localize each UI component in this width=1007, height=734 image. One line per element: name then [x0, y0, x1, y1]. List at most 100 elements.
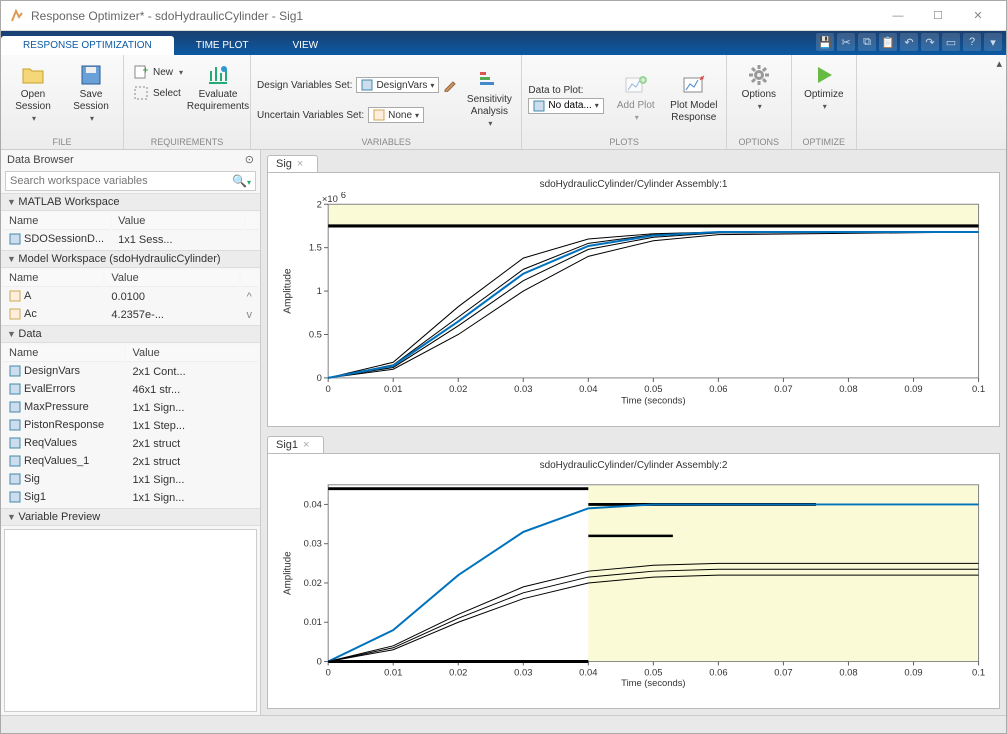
data-icon [9, 491, 21, 503]
var-icon [9, 308, 21, 320]
table-row[interactable]: PistonResponse1x1 Step... [3, 418, 258, 434]
table-row[interactable]: MaxPressure1x1 Sign... [3, 400, 258, 416]
open-session-button[interactable]: Open Session [7, 59, 59, 125]
data-icon [9, 455, 21, 467]
evaluate-icon [206, 63, 230, 87]
svg-text:0.5: 0.5 [309, 330, 322, 340]
section-data[interactable]: Data [1, 325, 260, 343]
close-button[interactable]: ✕ [958, 1, 998, 31]
section-variable-preview[interactable]: Variable Preview [1, 508, 260, 526]
svg-text:0: 0 [317, 373, 322, 383]
minimize-button[interactable]: — [878, 1, 918, 31]
svg-text:Time (seconds): Time (seconds) [621, 396, 685, 406]
optimize-button[interactable]: Optimize [798, 59, 850, 113]
window-title: Response Optimizer* - sdoHydraulicCylind… [31, 9, 878, 23]
tab-time-plot[interactable]: TIME PLOT [174, 36, 271, 55]
svg-text:0.04: 0.04 [304, 500, 322, 510]
data-icon [9, 437, 21, 449]
table-row[interactable]: ReqValues_12x1 struct [3, 454, 258, 470]
col-value[interactable]: Value [112, 213, 244, 230]
qa-copy-icon[interactable]: ⧉ [858, 33, 876, 51]
design-variables-label: Design Variables Set: [257, 80, 352, 91]
close-tab-icon[interactable]: × [303, 439, 309, 451]
sensitivity-icon [477, 68, 501, 92]
plot-response-icon [682, 74, 706, 98]
tab-view[interactable]: VIEW [271, 36, 341, 55]
section-model-workspace[interactable]: Model Workspace (sdoHydraulicCylinder) [1, 250, 260, 268]
svg-text:0.03: 0.03 [514, 384, 532, 394]
save-session-button[interactable]: Save Session [65, 59, 117, 125]
edit-pencil-icon[interactable] [443, 78, 457, 92]
qa-paste-icon[interactable]: 📋 [879, 33, 897, 51]
table-row[interactable]: Sig1x1 Sign... [3, 472, 258, 488]
tab-response-optimization[interactable]: RESPONSE OPTIMIZATION [1, 36, 174, 55]
qa-more-icon[interactable]: ▾ [984, 33, 1002, 51]
search-input-container[interactable]: 🔍▾ [5, 171, 256, 191]
ribbon-minimize-icon[interactable]: ▴ [996, 57, 1002, 70]
data-browser-label: Data Browser [7, 154, 74, 166]
svg-text:0.03: 0.03 [514, 668, 532, 678]
app-logo-icon [9, 8, 25, 24]
svg-text:6: 6 [341, 192, 346, 200]
qa-cut-icon[interactable]: ✂ [837, 33, 855, 51]
design-variables-dropdown[interactable]: DesignVars [356, 77, 439, 93]
svg-text:0: 0 [326, 384, 331, 394]
new-icon [133, 64, 149, 80]
svg-text:0.02: 0.02 [304, 578, 322, 588]
svg-text:0.07: 0.07 [774, 384, 792, 394]
svg-text:Time (seconds): Time (seconds) [621, 678, 685, 688]
data-to-plot-label: Data to Plot: [528, 85, 603, 96]
data-icon [9, 419, 21, 431]
add-plot-button[interactable]: Add Plot [610, 70, 662, 124]
search-input[interactable] [10, 175, 232, 187]
qa-redo-icon[interactable]: ↷ [921, 33, 939, 51]
table-row[interactable]: Sig11x1 Sign... [3, 490, 258, 506]
chart2-title: sdoHydraulicCylinder/Cylinder Assembly:2 [278, 460, 989, 471]
svg-text:0.1: 0.1 [972, 384, 985, 394]
col-name[interactable]: Name [3, 213, 110, 230]
plot-model-response-button[interactable]: Plot Model Response [668, 70, 720, 124]
evaluate-requirements-button[interactable]: Evaluate Requirements [192, 59, 244, 113]
qa-layout-icon[interactable]: ▭ [942, 33, 960, 51]
save-icon [79, 63, 103, 87]
varset-icon [361, 79, 373, 91]
group-optimize-label: OPTIMIZE [798, 135, 850, 149]
svg-text:0.06: 0.06 [709, 668, 727, 678]
svg-text:0.01: 0.01 [384, 384, 402, 394]
data-browser-collapse-icon[interactable]: ⊙ [245, 153, 254, 166]
maximize-button[interactable]: ☐ [918, 1, 958, 31]
close-tab-icon[interactable]: × [297, 158, 303, 170]
table-row[interactable]: SDOSessionD...1x1 Sess... [3, 232, 258, 248]
search-icon[interactable]: 🔍▾ [232, 174, 251, 188]
uncertain-variables-label: Uncertain Variables Set: [257, 110, 364, 121]
section-matlab-workspace[interactable]: MATLAB Workspace [1, 193, 260, 211]
svg-text:0.04: 0.04 [579, 668, 597, 678]
var-icon [9, 290, 21, 302]
table-row[interactable]: Ac4.2357e-...v [3, 307, 258, 323]
select-requirement-button[interactable]: Select [130, 84, 186, 102]
group-plots-label: PLOTS [528, 135, 719, 149]
uncertain-variables-dropdown[interactable]: None [368, 107, 424, 123]
table-row[interactable]: ReqValues2x1 struct [3, 436, 258, 452]
data-to-plot-dropdown[interactable]: No data... [528, 98, 603, 114]
new-requirement-button[interactable]: New [130, 63, 186, 81]
table-row[interactable]: DesignVars2x1 Cont... [3, 364, 258, 380]
qa-undo-icon[interactable]: ↶ [900, 33, 918, 51]
options-button[interactable]: Options [733, 59, 785, 113]
table-row[interactable]: EvalErrors46x1 str... [3, 382, 258, 398]
plot-tab-sig1[interactable]: Sig1× [267, 436, 324, 453]
gear-icon [747, 63, 771, 87]
qa-help-icon[interactable]: ? [963, 33, 981, 51]
sensitivity-analysis-button[interactable]: Sensitivity Analysis [463, 64, 515, 130]
chart2: 00.010.020.030.040.050.060.070.080.090.1… [278, 473, 989, 689]
play-icon [812, 63, 836, 87]
qa-save-icon[interactable]: 💾 [816, 33, 834, 51]
svg-text:0.08: 0.08 [839, 668, 857, 678]
svg-text:0.1: 0.1 [972, 668, 985, 678]
table-row[interactable]: A0.0100^ [3, 289, 258, 305]
plot-tab-sig[interactable]: Sig× [267, 155, 318, 172]
svg-text:×10: ×10 [322, 194, 338, 204]
group-requirements-label: REQUIREMENTS [130, 135, 244, 149]
svg-text:0.02: 0.02 [449, 668, 467, 678]
data-icon [9, 401, 21, 413]
